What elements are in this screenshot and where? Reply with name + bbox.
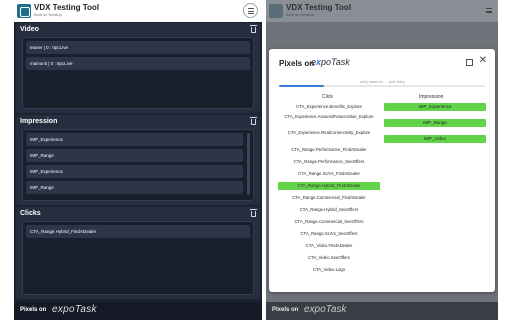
- progress-text: verify based on … pixel firing: [359, 80, 405, 84]
- impression-section: Impression IMP_Experience IMP_Range IMP_…: [16, 115, 260, 205]
- app-header-dimmed: VDX Testing Tool Built on NeatUp: [266, 0, 498, 22]
- click-item: CTA_Range.Commercial_FindADealer: [292, 195, 366, 200]
- list-item[interactable]: CTA_Range.Hybrid_FindADealer: [26, 225, 250, 238]
- left-panel: VDX Testing Tool Built on NeatUp Video t…: [14, 0, 262, 320]
- list-item[interactable]: mainunit | 0 : 0pcLive: [26, 57, 250, 70]
- menu-button[interactable]: [243, 3, 258, 18]
- video-heading: Video: [20, 26, 39, 33]
- menu-icon[interactable]: [486, 8, 492, 13]
- impression-item: IMP_Experience: [384, 103, 486, 111]
- clicks-heading: Clicks: [20, 210, 41, 217]
- impression-column-header: Impression: [419, 94, 444, 100]
- footer: Pixels on expoTask: [14, 302, 262, 320]
- clicks-section: Clicks CTA_Range.Hybrid_FindADealer: [16, 207, 260, 299]
- progress-fill: [279, 85, 325, 87]
- click-column-header: Click: [322, 94, 333, 100]
- menu-icon: [248, 8, 254, 9]
- footer-brand: expoTask: [304, 304, 347, 315]
- close-icon[interactable]: ✕: [479, 56, 487, 66]
- click-item: CTA_Range.Performance_FindADealer: [291, 147, 367, 152]
- video-list: teaser | 0 : 0pcLive mainunit | 0 : 0pcL…: [22, 37, 254, 109]
- modal-title: Pixels on: [279, 59, 315, 68]
- impression-heading: Impression: [20, 118, 58, 125]
- app-logo-icon: [269, 4, 283, 18]
- click-item: CTA_Range.SUVs_FindADealer: [298, 171, 360, 176]
- app-subtitle: Built on NeatUp: [34, 12, 63, 17]
- app-logo-icon: [17, 4, 31, 18]
- click-item: CTA_Video.Logo: [312, 267, 346, 272]
- click-item: CTA_Experience.Benefits_Explore: [296, 104, 362, 109]
- footer-label: Pixels on: [272, 307, 299, 313]
- list-item[interactable]: IMP_Range: [26, 181, 243, 194]
- click-item: CTA_Experience.RealConnectivity_Explore: [287, 130, 371, 135]
- impression-list: IMP_Experience IMP_Range IMP_Experience …: [22, 129, 254, 201]
- app-header: VDX Testing Tool Built on NeatUp: [14, 0, 262, 22]
- clicks-list: CTA_Range.Hybrid_FindADealer: [22, 221, 254, 295]
- trash-icon[interactable]: [250, 25, 257, 33]
- footer-brand: expoTask: [52, 304, 97, 315]
- footer-label: Pixels on: [20, 307, 47, 313]
- list-item[interactable]: IMP_Experience: [26, 133, 243, 146]
- modal-brand-logo: expoTask: [311, 57, 350, 67]
- impression-item: IMP_Video: [384, 135, 486, 143]
- app-subtitle: Built on NeatUp: [286, 12, 315, 17]
- click-item: CTA_Range.Hybrid_FindADealer: [278, 182, 380, 190]
- video-section: Video teaser | 0 : 0pcLive mainunit | 0 …: [16, 23, 260, 113]
- click-item: CTA_Range.SUVs_SeeOffers: [300, 231, 358, 236]
- click-item: CTA_Range.Hybrid_SeeOffers: [299, 207, 359, 212]
- list-item[interactable]: IMP_Range: [26, 149, 243, 162]
- impression-item: IMP_Range: [384, 119, 486, 127]
- app-title: VDX Testing Tool: [286, 3, 352, 12]
- list-item[interactable]: teaser | 0 : 0pcLive: [26, 41, 250, 54]
- click-item: CTA_Video.FindADealer: [305, 243, 353, 248]
- app-title: VDX Testing Tool: [34, 3, 100, 12]
- right-panel: VDX Testing Tool Built on NeatUp Pixels …: [266, 0, 498, 320]
- list-item[interactable]: IMP_Experience: [26, 165, 243, 178]
- progress-bar: [279, 85, 485, 87]
- open-external-icon[interactable]: [466, 59, 473, 66]
- scrollbar[interactable]: [247, 133, 250, 195]
- pixels-modal: Pixels on expoTask ✕ verify based on … p…: [269, 49, 495, 292]
- trash-icon[interactable]: [250, 117, 257, 125]
- footer: Pixels on expoTask: [266, 302, 498, 320]
- click-item: CTA_Range.Performance_SeeOffers: [293, 159, 365, 164]
- click-item: CTA_Experience.AssuredFutureValue_Explor…: [284, 114, 374, 119]
- click-item: CTA_Video.SeeOffers: [307, 255, 351, 260]
- trash-icon[interactable]: [250, 209, 257, 217]
- click-item: CTA_Range.Commercial_SeeOffers: [294, 219, 364, 224]
